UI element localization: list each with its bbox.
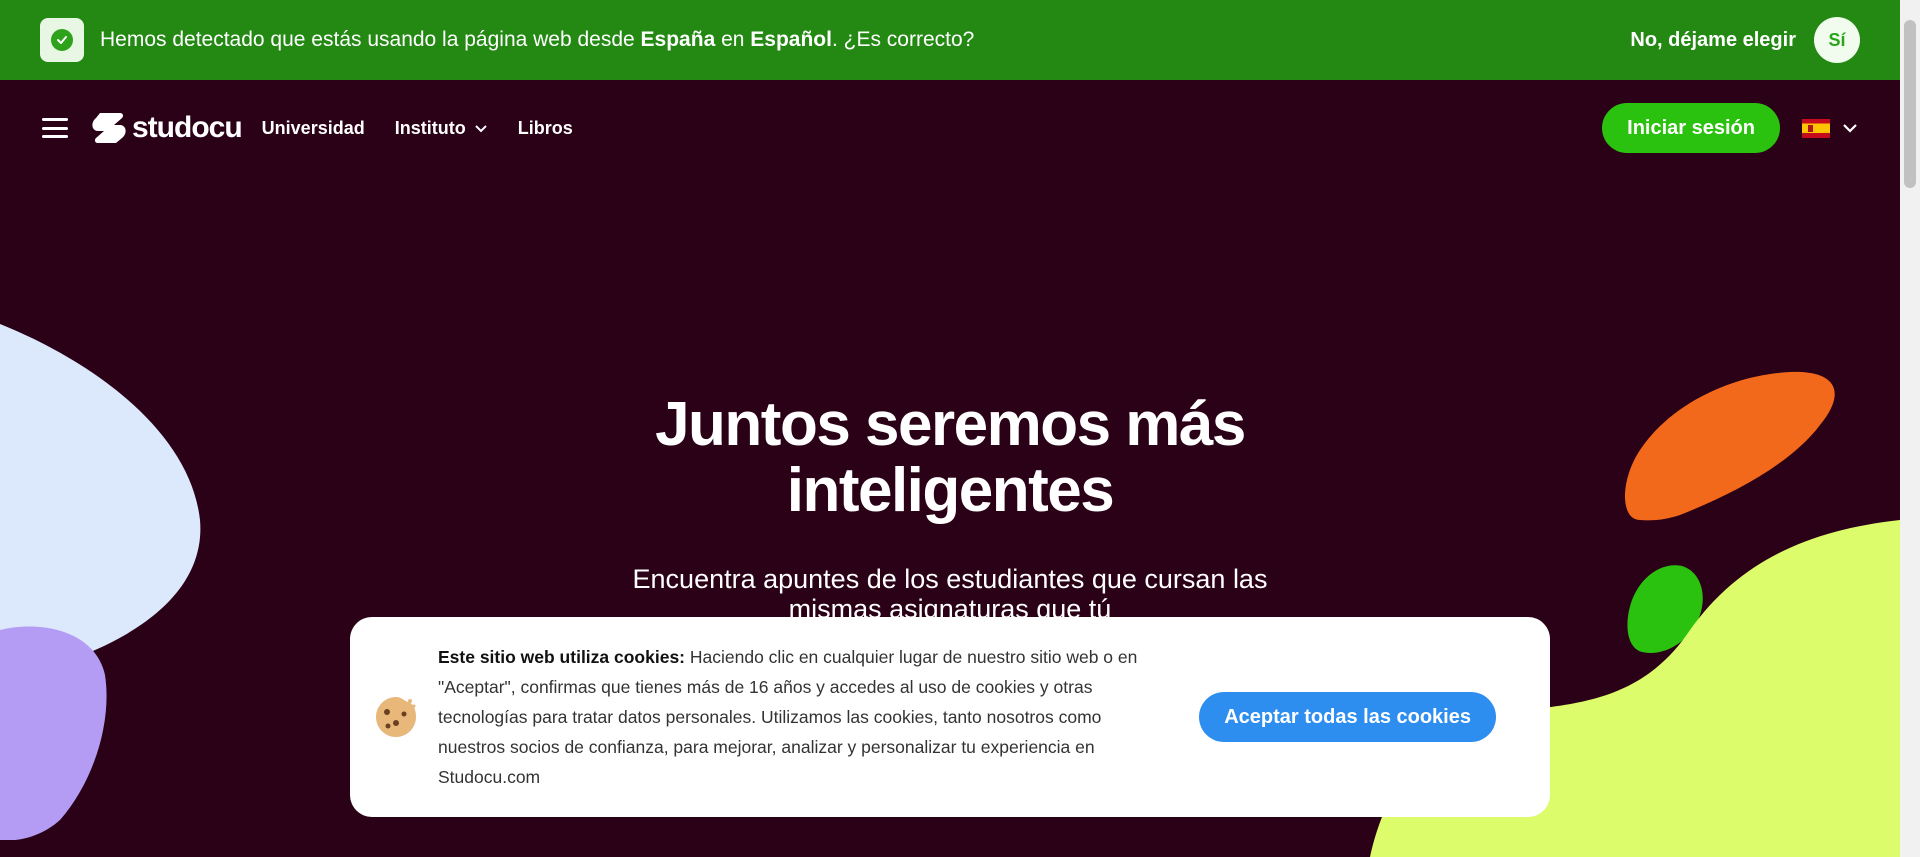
login-button[interactable]: Iniciar sesión <box>1602 103 1780 153</box>
nav-link-instituto[interactable]: Instituto <box>395 118 488 139</box>
scrollbar-thumb[interactable] <box>1904 20 1916 188</box>
page-scrollbar[interactable] <box>1900 0 1920 857</box>
chevron-down-icon <box>474 125 487 133</box>
language-banner: Hemos detectado que estás usando la pági… <box>0 0 1900 80</box>
main-nav: studocu Universidad Instituto Libros Ini… <box>0 80 1900 176</box>
hero-title: Juntos seremos más inteligentes <box>655 390 1246 525</box>
nav-link-universidad[interactable]: Universidad <box>262 118 365 139</box>
choose-language-button[interactable]: No, déjame elegir <box>1630 29 1796 52</box>
cookie-icon <box>376 697 416 737</box>
hero-subtitle: Encuentra apuntes de los estudiantes que… <box>632 564 1268 624</box>
detected-country: España <box>640 28 716 51</box>
cookie-banner: Este sitio web utiliza cookies: Haciendo… <box>350 617 1550 817</box>
check-icon <box>40 18 84 62</box>
language-banner-text: Hemos detectado que estás usando la pági… <box>100 28 975 51</box>
studocu-logo[interactable]: studocu <box>90 109 243 147</box>
confirm-language-button[interactable]: Sí <box>1814 17 1860 63</box>
orange-blob <box>1625 371 1835 521</box>
language-selector[interactable] <box>1802 118 1858 138</box>
studocu-logo-icon <box>92 113 126 143</box>
purple-blob <box>0 626 107 840</box>
cookie-text: Este sitio web utiliza cookies: Haciendo… <box>438 647 1138 787</box>
detected-language: Español <box>750 28 832 51</box>
accept-cookies-button[interactable]: Aceptar todas las cookies <box>1199 692 1496 742</box>
nav-link-libros[interactable]: Libros <box>518 118 573 139</box>
chevron-down-icon <box>1843 124 1857 133</box>
menu-icon[interactable] <box>42 118 68 138</box>
spain-flag-icon <box>1802 118 1830 138</box>
